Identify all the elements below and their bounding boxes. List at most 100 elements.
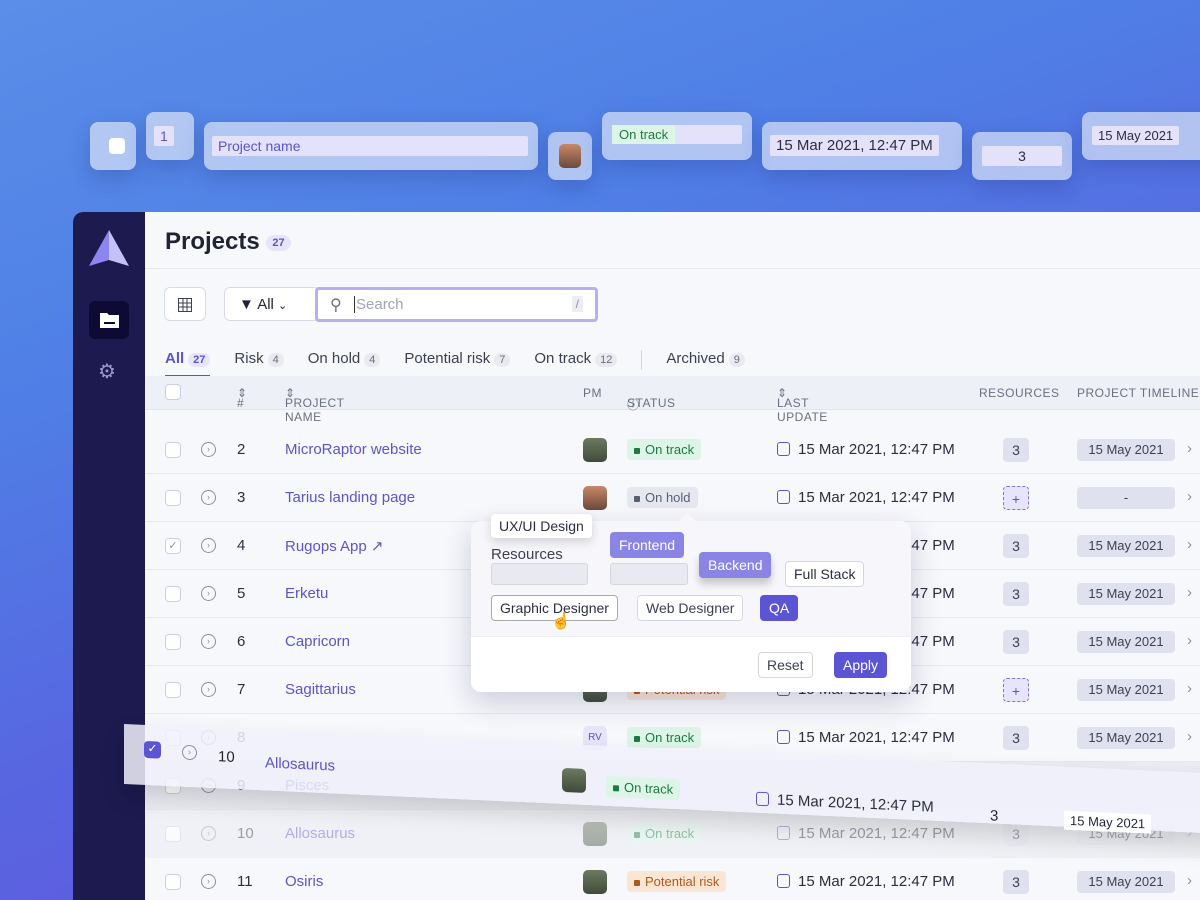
chip-placeholder bbox=[610, 563, 688, 585]
chevron-right-icon[interactable]: › bbox=[1187, 488, 1192, 505]
chevron-right-icon[interactable]: › bbox=[1187, 728, 1192, 745]
tab-on-track[interactable]: On track 12 bbox=[534, 350, 618, 377]
timeline: 15 May 2021 bbox=[1092, 126, 1180, 145]
table-view-button[interactable] bbox=[164, 287, 206, 321]
row-checkbox[interactable] bbox=[165, 826, 181, 842]
status-badge: On track bbox=[627, 727, 702, 748]
project-name[interactable]: Capricorn bbox=[285, 633, 350, 650]
chip-qa[interactable]: QA bbox=[760, 595, 799, 621]
tab-all[interactable]: All 27 bbox=[165, 350, 211, 377]
floating-update-cell: 15 Mar 2021, 12:47 PM bbox=[762, 122, 962, 170]
floating-name-cell: Project name bbox=[204, 122, 538, 170]
search-input[interactable]: ⚲ Search / bbox=[315, 287, 598, 322]
tab-risk[interactable]: Risk 4 bbox=[234, 350, 284, 377]
select-all-checkbox[interactable] bbox=[165, 384, 181, 400]
project-name: Project name bbox=[212, 136, 528, 156]
tab-on-hold[interactable]: On hold 4 bbox=[308, 350, 381, 377]
status-badge: Potential risk bbox=[627, 871, 727, 892]
avatar bbox=[559, 144, 581, 168]
expand-icon[interactable]: › bbox=[201, 682, 216, 697]
row-checkbox[interactable] bbox=[165, 442, 181, 458]
expand-icon[interactable]: › bbox=[182, 744, 197, 761]
gear-icon[interactable]: ⚙ bbox=[98, 359, 116, 384]
reset-button[interactable]: Reset bbox=[758, 652, 813, 678]
sidebar-item-projects[interactable] bbox=[89, 301, 129, 339]
expand-icon[interactable]: › bbox=[201, 586, 216, 601]
timeline: 15 May 2021 bbox=[1077, 631, 1175, 653]
chip-full-stack[interactable]: Full Stack bbox=[785, 561, 865, 587]
dragged-chip-ux-ui[interactable]: UX/UI Design bbox=[491, 514, 592, 538]
project-name[interactable]: Allosaurus bbox=[265, 754, 335, 774]
floating-number-cell: 1 bbox=[146, 112, 194, 160]
project-name[interactable]: Osiris bbox=[285, 873, 323, 890]
last-update: 15 Mar 2021, 12:47 PM bbox=[777, 825, 955, 842]
table-row[interactable]: › 11 Osiris Potential risk 15 Mar 2021, 12… bbox=[145, 858, 1200, 900]
tab-archived[interactable]: Archived 9 bbox=[666, 350, 745, 377]
chevron-right-icon[interactable]: › bbox=[1187, 536, 1192, 553]
apply-button[interactable]: Apply bbox=[834, 652, 888, 678]
filter-dropdown[interactable]: ▼ All ⌄ bbox=[224, 287, 320, 321]
row-checkbox[interactable] bbox=[165, 874, 181, 890]
row-number: 6 bbox=[237, 633, 246, 650]
project-name[interactable]: Tarius landing page bbox=[285, 489, 415, 506]
column-number[interactable]: # ⇕ bbox=[237, 386, 248, 410]
timeline: 15 May 2021 bbox=[1077, 439, 1175, 461]
status-badge: On track bbox=[606, 775, 681, 801]
resources-count[interactable]: + bbox=[1003, 486, 1029, 510]
last-update: 15 Mar 2021, 12:47 PM bbox=[777, 873, 955, 890]
search-placeholder: Search bbox=[354, 296, 404, 313]
project-name[interactable]: Sagittarius bbox=[285, 681, 356, 698]
expand-icon[interactable]: › bbox=[201, 490, 216, 505]
timeline: 15 May 2021 bbox=[1077, 727, 1175, 749]
chevron-right-icon[interactable]: › bbox=[1187, 440, 1192, 457]
column-project-name[interactable]: PROJECT NAME ⇕ bbox=[285, 386, 344, 424]
row-number: 3 bbox=[237, 489, 246, 506]
tab-potential-risk[interactable]: Potential risk 7 bbox=[404, 350, 511, 377]
timeline: 15 May 2021 bbox=[1077, 679, 1175, 701]
row-checkbox[interactable]: ✓ bbox=[165, 538, 181, 554]
project-name[interactable]: Rugops App ↗ bbox=[285, 537, 383, 555]
row-checkbox[interactable] bbox=[165, 490, 181, 506]
floating-pm-cell bbox=[548, 132, 592, 180]
row-checkbox[interactable] bbox=[165, 586, 181, 602]
column-last-update[interactable]: LAST UPDATE ⇕ bbox=[777, 386, 827, 424]
chip-frontend[interactable]: Frontend bbox=[610, 532, 685, 558]
checkbox[interactable] bbox=[109, 138, 125, 154]
project-name[interactable]: Erketu bbox=[285, 585, 328, 602]
avatar bbox=[583, 870, 607, 894]
floating-status-cell: On track bbox=[602, 112, 752, 160]
resources-count: 3 bbox=[1003, 438, 1029, 462]
chevron-right-icon[interactable]: › bbox=[1187, 680, 1192, 697]
column-pm: PM bbox=[583, 386, 602, 400]
expand-icon[interactable]: › bbox=[201, 538, 216, 553]
resources-count: 3 bbox=[1003, 822, 1029, 846]
note-icon bbox=[756, 791, 769, 807]
resources: 3 bbox=[982, 146, 1062, 166]
chevron-right-icon[interactable]: › bbox=[1187, 872, 1192, 889]
status-tabs: All 27 Risk 4 On hold 4 Potential risk 7 On … bbox=[165, 350, 745, 377]
chip-web-designer[interactable]: Web Designer bbox=[637, 595, 744, 621]
expand-icon[interactable]: › bbox=[201, 874, 216, 889]
chevron-right-icon[interactable]: › bbox=[1187, 632, 1192, 649]
table-header: # ⇕ PROJECT NAME ⇕ PM STATUS ⓘ LAST UPDA… bbox=[145, 376, 1200, 424]
row-checkbox[interactable] bbox=[165, 634, 181, 650]
project-name[interactable]: MicroRaptor website bbox=[285, 441, 422, 458]
project-name[interactable]: Allosaurus bbox=[285, 825, 355, 842]
expand-icon[interactable]: › bbox=[201, 442, 216, 457]
hand-cursor-icon: ☝ bbox=[551, 613, 571, 630]
resources-count[interactable]: + bbox=[1003, 678, 1029, 702]
resources-count: 3 bbox=[1003, 534, 1029, 558]
table-row[interactable]: › 3 Tarius landing page On hold 15 Mar 202… bbox=[145, 474, 1200, 522]
row-number: 7 bbox=[237, 681, 246, 698]
table-row[interactable]: › 2 MicroRaptor website On track 15 Mar 20… bbox=[145, 426, 1200, 474]
folder-icon bbox=[100, 313, 119, 328]
chevron-right-icon[interactable]: › bbox=[1187, 584, 1192, 601]
row-number: 10 bbox=[237, 825, 254, 842]
floating-timeline-cell: 15 May 2021 bbox=[1082, 112, 1200, 160]
chip-backend[interactable]: Backend bbox=[699, 552, 772, 578]
row-checkbox[interactable] bbox=[165, 682, 181, 698]
checked-checkbox[interactable]: ✓ bbox=[144, 740, 161, 759]
last-update: 15 Mar 2021, 12:47 PM bbox=[756, 791, 934, 816]
expand-icon[interactable]: › bbox=[201, 826, 216, 841]
expand-icon[interactable]: › bbox=[201, 634, 216, 649]
